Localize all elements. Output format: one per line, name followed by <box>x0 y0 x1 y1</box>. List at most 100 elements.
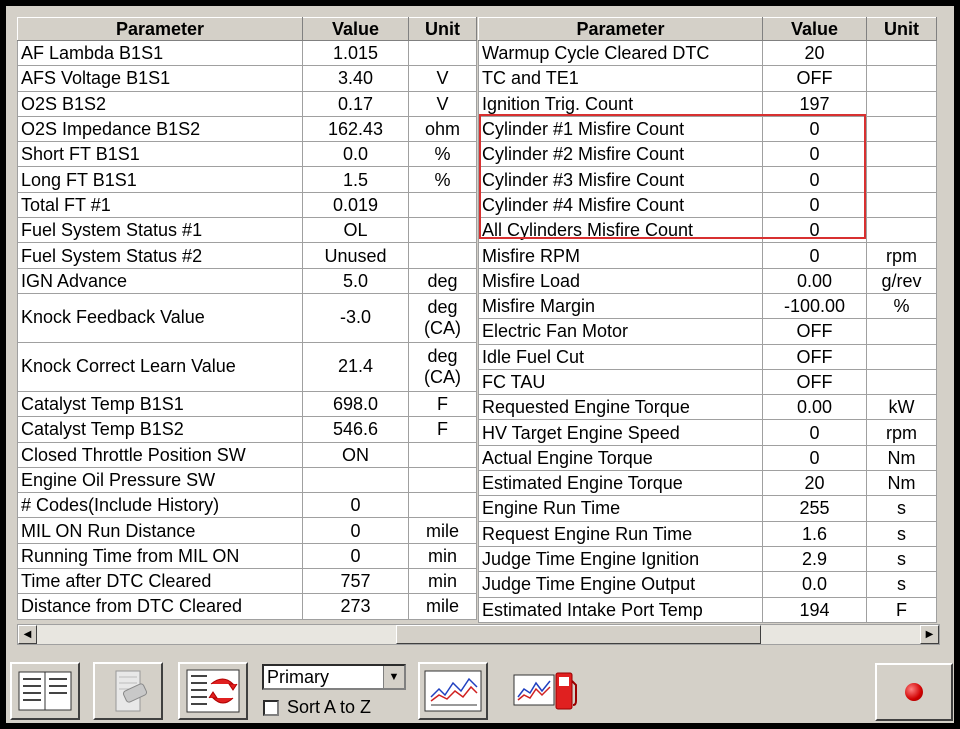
table-row[interactable]: Fuel System Status #1 OL <box>17 217 477 244</box>
column-header-value[interactable]: Value <box>302 17 409 41</box>
table-row[interactable]: O2S B1S2 0.17 V <box>17 90 477 117</box>
table-row[interactable]: IGN Advance 5.0 deg <box>17 267 477 294</box>
table-row[interactable]: Catalyst Temp B1S2 546.6 F <box>17 416 477 443</box>
table-row[interactable]: FC TAU OFF <box>478 368 937 396</box>
value-cell: 20 <box>762 470 867 497</box>
table-row[interactable]: Cylinder #4 Misfire Count 0 <box>478 191 937 219</box>
unit-cell: % <box>408 166 477 193</box>
horizontal-scrollbar[interactable]: ◀ ▶ <box>17 624 940 645</box>
parameter-cell: Catalyst Temp B1S1 <box>17 390 303 418</box>
parameter-cell: Catalyst Temp B1S2 <box>17 416 303 443</box>
table-row[interactable]: Cylinder #2 Misfire Count 0 <box>478 141 937 168</box>
table-row[interactable]: Fuel System Status #2 Unused <box>17 242 477 269</box>
column-header-parameter[interactable]: Parameter <box>478 17 763 41</box>
list-view-icon <box>18 671 72 711</box>
value-cell: 0 <box>302 492 409 519</box>
table-row[interactable]: Running Time from MIL ON 0 min <box>17 542 477 570</box>
value-cell: 698.0 <box>302 390 409 418</box>
table-row[interactable]: Time after DTC Cleared 757 min <box>17 568 477 595</box>
table-row[interactable]: Engine Run Time 255 s <box>478 495 937 522</box>
table-row[interactable]: TC and TE1 OFF <box>478 65 937 92</box>
scroll-right-button[interactable]: ▶ <box>920 625 939 644</box>
unit-cell: ohm <box>408 115 477 143</box>
table-row[interactable]: Short FT B1S1 0.0% <box>17 141 477 168</box>
table-row[interactable]: Actual Engine Torque 0 Nm <box>478 444 937 472</box>
table-row[interactable]: # Codes(Include History) 0 <box>17 492 477 519</box>
column-header-value[interactable]: Value <box>762 17 867 41</box>
table-row[interactable]: Estimated Intake Port Temp 194 F <box>478 596 937 623</box>
parameter-cell: Actual Engine Torque <box>478 444 763 472</box>
table-row[interactable]: Catalyst Temp B1S1 698.0 F <box>17 390 477 418</box>
column-header-unit[interactable]: Unit <box>866 17 937 41</box>
table-row[interactable]: Distance from DTC Cleared 273 mile <box>17 593 477 620</box>
parameter-cell: # Codes(Include History) <box>17 492 303 519</box>
unit-cell: F <box>408 390 477 418</box>
value-cell: 0 <box>762 217 867 244</box>
table-row[interactable]: Request Engine Run Time 1.6 s <box>478 520 937 547</box>
table-row[interactable]: Cylinder #1 Misfire Count 0 <box>478 115 937 143</box>
table-row[interactable]: Engine Oil Pressure SW <box>17 466 477 494</box>
parameter-cell: Ignition Trig. Count <box>478 90 763 117</box>
component-button[interactable] <box>93 662 163 720</box>
table-row[interactable]: Closed Throttle Position SW ON <box>17 441 477 468</box>
record-icon <box>905 683 923 701</box>
parameter-cell: Cylinder #4 Misfire Count <box>478 191 763 219</box>
table-row[interactable]: All Cylinders Misfire Count 0 <box>478 217 937 244</box>
table-row[interactable]: Judge Time Engine Ignition 2.9 s <box>478 545 937 573</box>
left-data-table: Parameter Value Unit AF Lambda B1S1 1.015… <box>17 17 477 620</box>
parameter-cell: AFS Voltage B1S1 <box>17 65 303 92</box>
table-row[interactable]: MIL ON Run Distance 0 mile <box>17 517 477 544</box>
column-header-parameter[interactable]: Parameter <box>17 17 303 41</box>
table-row[interactable]: O2S Impedance B1S2 162.43 ohm <box>17 115 477 143</box>
unit-cell: s <box>866 571 937 598</box>
value-cell: OFF <box>762 65 867 92</box>
record-button[interactable] <box>875 663 953 721</box>
table-row[interactable]: Total FT #1 0.019 <box>17 191 477 219</box>
unit-cell: s <box>866 545 937 573</box>
table-row[interactable]: Knock Correct Learn Value 21.4 deg (CA) <box>17 341 477 392</box>
parameter-cell: IGN Advance <box>17 267 303 294</box>
line-graph-icon <box>424 670 482 712</box>
scroll-left-button[interactable]: ◀ <box>18 625 37 644</box>
scrollbar-thumb[interactable] <box>396 625 761 644</box>
table-row[interactable]: Misfire RPM 0 rpm <box>478 242 937 269</box>
table-row[interactable]: Cylinder #3 Misfire Count 0 <box>478 166 937 193</box>
table-row[interactable]: Misfire Margin -100.00% <box>478 292 937 320</box>
graph-button[interactable] <box>418 662 488 720</box>
dropdown-arrow-button[interactable]: ▼ <box>383 666 404 688</box>
table-row[interactable]: Judge Time Engine Output 0.0 s <box>478 571 937 598</box>
table-row[interactable]: Requested Engine Torque 0.00 kW <box>478 394 937 421</box>
parameter-cell: Estimated Engine Torque <box>478 470 763 497</box>
list-view-button[interactable] <box>10 662 80 720</box>
table-row[interactable]: Knock Feedback Value -3.0 deg (CA) <box>17 292 477 343</box>
value-cell: 0.0 <box>302 141 409 168</box>
table-row[interactable]: Ignition Trig. Count 197 <box>478 90 937 117</box>
refresh-list-button[interactable] <box>178 662 248 720</box>
unit-cell <box>866 141 937 168</box>
graph-fuel-button[interactable] <box>510 662 580 720</box>
parameter-cell: All Cylinders Misfire Count <box>478 217 763 244</box>
value-cell: 0 <box>762 115 867 143</box>
table-row[interactable]: Long FT B1S1 1.5% <box>17 166 477 193</box>
unit-cell <box>866 65 937 92</box>
select-value: Primary <box>267 667 329 687</box>
parameter-cell: Knock Feedback Value <box>17 292 303 343</box>
unit-cell: s <box>866 520 937 547</box>
value-cell: 0 <box>302 542 409 570</box>
primary-select[interactable]: Primary ▼ <box>262 664 406 690</box>
table-row[interactable]: AF Lambda B1S1 1.015 <box>17 39 477 67</box>
table-row[interactable]: HV Target Engine Speed 0 rpm <box>478 419 937 446</box>
table-row[interactable]: Misfire Load 0.00 g/rev <box>478 267 937 294</box>
unit-cell: rpm <box>866 419 937 446</box>
table-row[interactable]: Estimated Engine Torque 20 Nm <box>478 470 937 497</box>
value-cell: 546.6 <box>302 416 409 443</box>
unit-cell: min <box>408 568 477 595</box>
sort-checkbox[interactable] <box>263 700 279 716</box>
table-row[interactable]: Electric Fan Motor OFF <box>478 318 937 345</box>
table-row[interactable]: Warmup Cycle Cleared DTC 20 <box>478 39 937 67</box>
parameter-cell: Long FT B1S1 <box>17 166 303 193</box>
column-header-unit[interactable]: Unit <box>408 17 477 41</box>
table-row[interactable]: Idle Fuel Cut OFF <box>478 343 937 370</box>
value-cell: OFF <box>762 318 867 345</box>
table-row[interactable]: AFS Voltage B1S1 3.40 V <box>17 65 477 92</box>
